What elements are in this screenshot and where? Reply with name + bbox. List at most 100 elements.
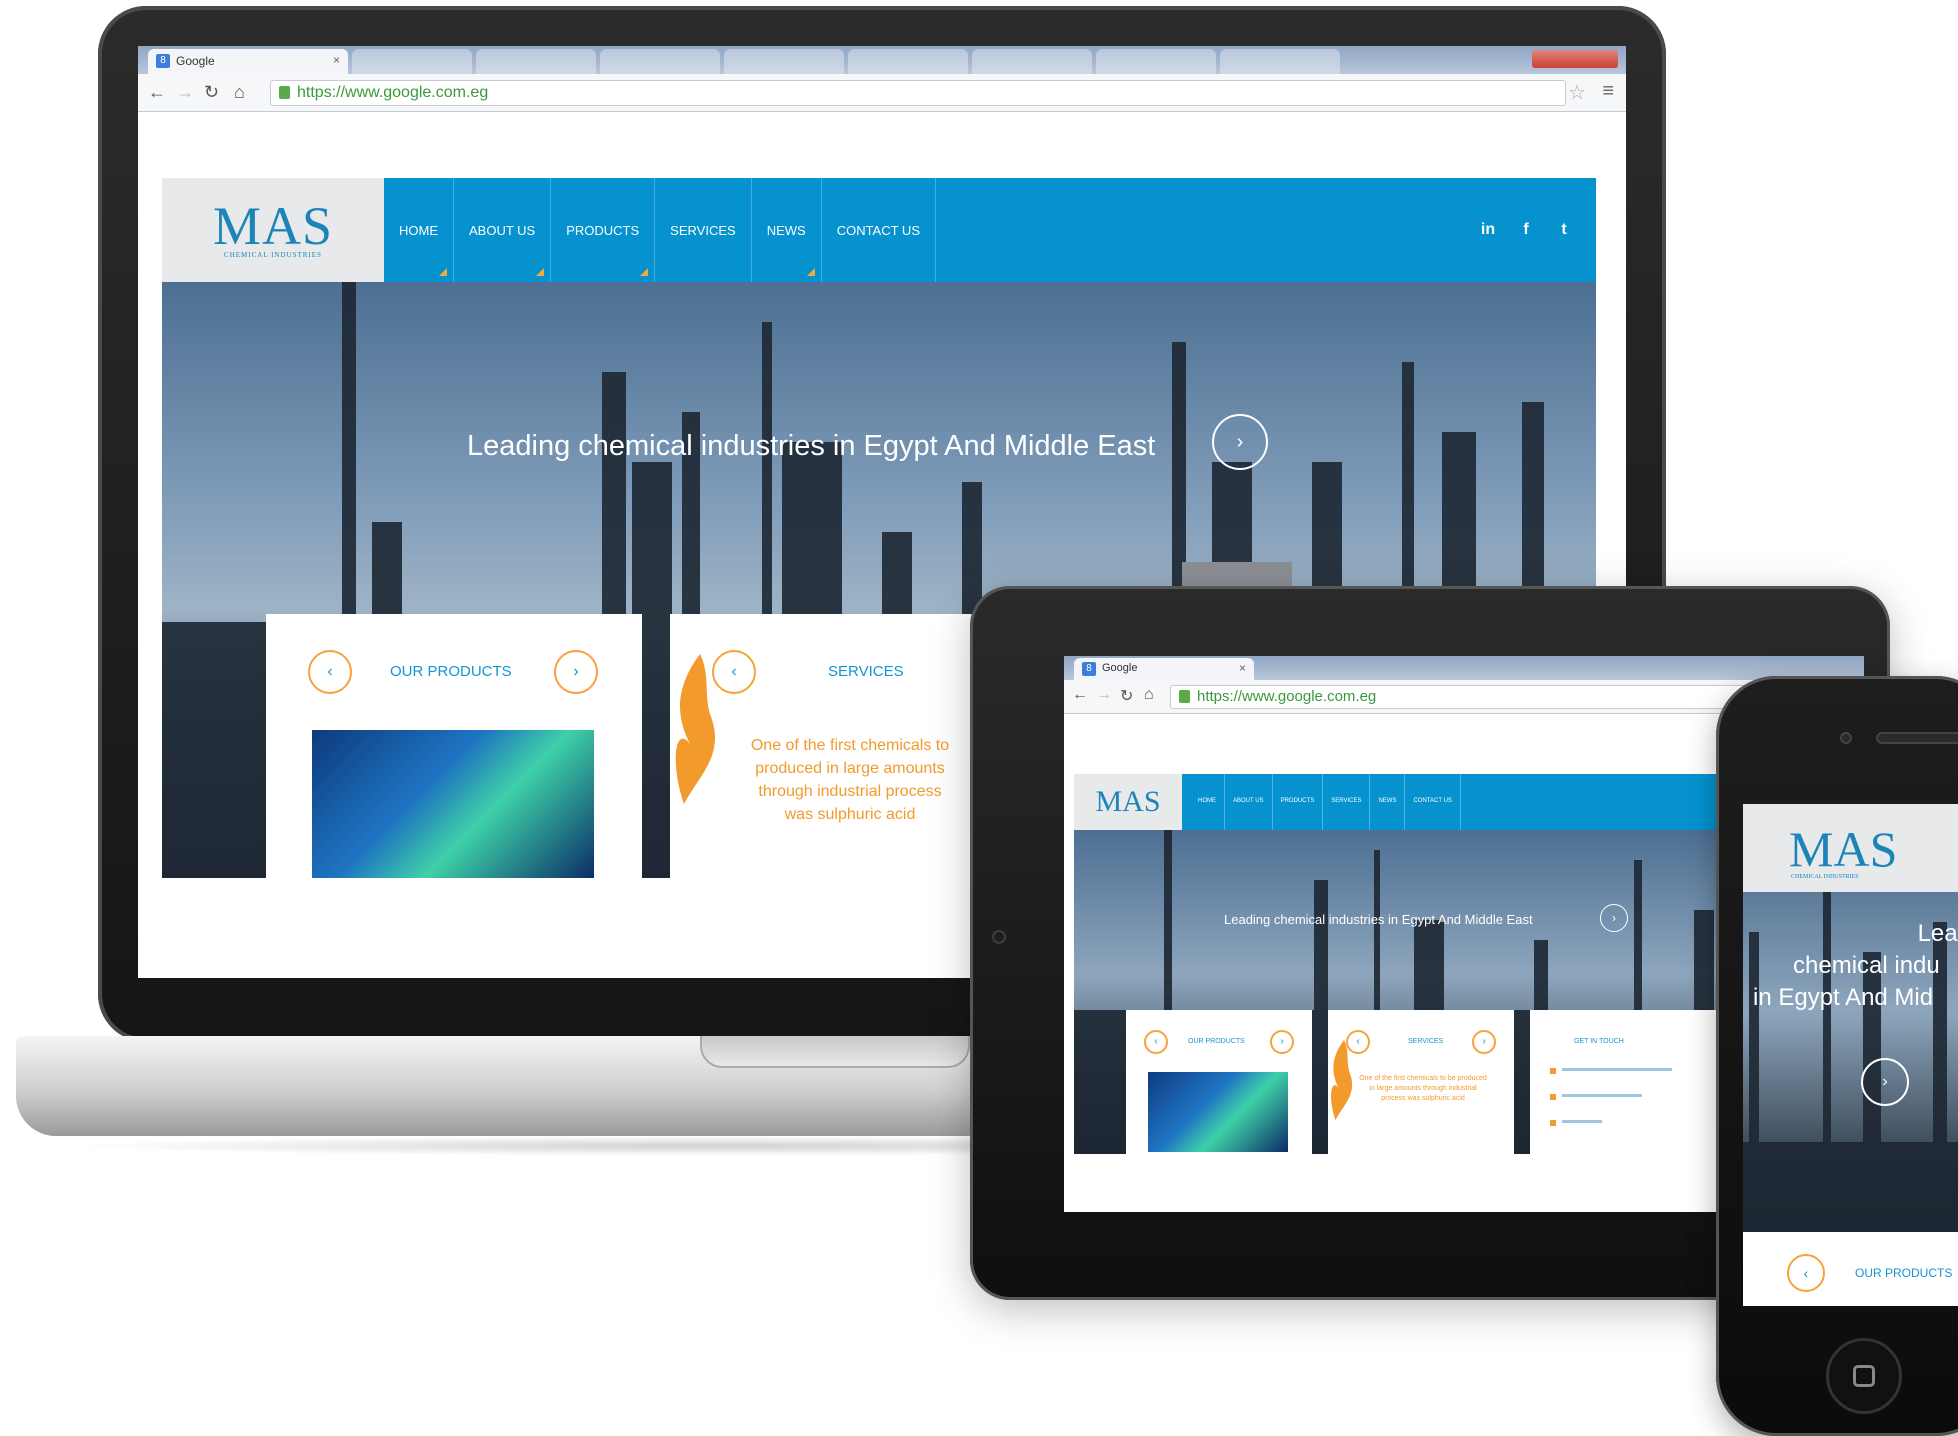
home-icon[interactable]: ⌂ — [1144, 686, 1154, 704]
products-next-button[interactable]: › — [554, 650, 598, 694]
browser-tab[interactable] — [724, 49, 844, 74]
tablet-tab-bar: 8 Google × — [1064, 656, 1864, 680]
menu-icon[interactable]: ≡ — [1602, 80, 1614, 103]
logo-text: MAS — [1095, 785, 1161, 818]
browser-tab[interactable] — [476, 49, 596, 74]
browser-tab-title: Google — [1102, 662, 1138, 674]
hero-title: Leading chemical industries in Egypt And… — [1224, 912, 1533, 927]
back-icon[interactable]: ← — [1072, 686, 1088, 704]
nav-products[interactable]: PRODUCTS — [551, 178, 656, 282]
hero-next-button[interactable]: › — [1600, 904, 1628, 932]
tablet-camera — [992, 930, 1006, 944]
dropdown-marker-icon — [806, 268, 815, 276]
tab-close-icon[interactable]: × — [333, 53, 340, 67]
logo-text: MAS — [1789, 821, 1898, 877]
main-nav: HOME ABOUT US PRODUCTS SERVICES NEWS CON… — [384, 178, 936, 282]
services-title: SERVICES — [1408, 1038, 1444, 1045]
hero-line: chemical indu — [1793, 952, 1940, 979]
address-bar[interactable]: https://www.google.com.eg — [270, 80, 1566, 106]
address-row: ← → ↻ ⌂ https://www.google.com.eg ☆ ≡ — [138, 74, 1626, 112]
services-line: through industrial process — [758, 783, 942, 800]
nav-label: ABOUT US — [469, 222, 536, 238]
dropdown-marker-icon — [439, 268, 447, 276]
google-favicon-icon: 8 — [156, 54, 170, 68]
logo-text: MAS — [212, 196, 334, 256]
tablet-browser-tab[interactable]: 8 Google × — [1074, 658, 1254, 680]
nav-home[interactable]: HOME — [1190, 774, 1225, 830]
site-logo[interactable]: MAS — [1074, 774, 1182, 830]
forward-icon[interactable]: → — [176, 82, 194, 103]
contact-title: GET IN TOUCH — [1574, 1038, 1624, 1045]
services-prev-button[interactable]: ‹ — [1346, 1030, 1370, 1054]
services-title: SERVICES — [828, 663, 904, 680]
products-prev-button[interactable]: ‹ — [308, 650, 352, 694]
phone-speaker — [1876, 732, 1958, 744]
services-prev-button[interactable]: ‹ — [712, 650, 756, 694]
tab-close-icon[interactable]: × — [1239, 661, 1246, 675]
browser-tab[interactable] — [848, 49, 968, 74]
linkedin-icon[interactable]: in — [1476, 218, 1500, 242]
hero-line: in Egypt And Mid — [1753, 984, 1934, 1011]
email-icon — [1550, 1094, 1556, 1100]
facebook-icon[interactable]: f — [1514, 218, 1538, 242]
services-line: One of the first chemicals to — [750, 737, 950, 754]
back-icon[interactable]: ← — [148, 82, 166, 103]
site-logo[interactable]: MAS CHEMICAL INDUSTRIES — [162, 178, 384, 282]
home-square-icon — [1853, 1365, 1875, 1387]
logo-subtitle: CHEMICAL INDUSTRIES — [1791, 874, 1859, 880]
hero-next-button[interactable]: › — [1861, 1058, 1909, 1106]
bookmark-star-icon[interactable]: ☆ — [1568, 80, 1586, 105]
dropdown-marker-icon — [536, 268, 545, 276]
hero-next-button[interactable]: › — [1212, 414, 1268, 470]
nav-label: NEWS — [766, 222, 806, 238]
nav-about-us[interactable]: ABOUT US — [1225, 774, 1273, 830]
nav-services[interactable]: SERVICES — [655, 178, 752, 282]
lock-icon — [1179, 690, 1190, 703]
lock-icon — [279, 86, 290, 99]
services-line: produced in large amounts — [755, 760, 945, 777]
products-prev-button[interactable]: ‹ — [1144, 1030, 1168, 1054]
browser-tab[interactable] — [1220, 49, 1340, 74]
main-nav: HOME ABOUT US PRODUCTS SERVICES NEWS CON… — [1190, 774, 1461, 830]
site-logo[interactable]: MAS CHEMICAL INDUSTRIES — [1743, 804, 1958, 892]
device-mockup: 8 Google × ← → ↻ ⌂ https://www.google.co… — [0, 0, 1958, 1436]
nav-contact-us[interactable]: CONTACT US — [822, 178, 936, 282]
browser-tab-title: Google — [176, 54, 215, 68]
products-next-button[interactable]: › — [1270, 1030, 1294, 1054]
home-icon[interactable]: ⌂ — [234, 82, 245, 103]
phone-home-button[interactable] — [1826, 1338, 1902, 1414]
browser-tab[interactable] — [600, 49, 720, 74]
products-photo[interactable] — [312, 730, 594, 878]
twitter-icon[interactable]: t — [1552, 218, 1576, 242]
browser-tab[interactable] — [972, 49, 1092, 74]
products-panel: ‹ OUR PRODUCTS — [1743, 1242, 1958, 1306]
logo-subtitle: CHEMICAL INDUSTRIES — [224, 251, 322, 259]
nav-label: CONTACT US — [836, 222, 920, 238]
reload-icon[interactable]: ↻ — [1120, 686, 1133, 706]
products-photo[interactable] — [1148, 1072, 1288, 1152]
phone-camera — [1840, 732, 1852, 744]
browser-tab-active[interactable]: 8 Google × — [148, 49, 348, 74]
nav-services[interactable]: SERVICES — [1323, 774, 1371, 830]
browser-tab[interactable] — [352, 49, 472, 74]
site-header: MAS CHEMICAL INDUSTRIES HOME ABOUT US PR… — [162, 178, 1596, 282]
email-line — [1562, 1094, 1642, 1097]
nav-about-us[interactable]: ABOUT US — [454, 178, 552, 282]
phone-icon — [1550, 1120, 1556, 1126]
browser-chrome: 8 Google × ← → ↻ ⌂ https://www.google.co… — [138, 46, 1626, 112]
nav-home[interactable]: HOME — [384, 178, 454, 282]
products-title: OUR PRODUCTS — [1188, 1038, 1245, 1045]
forward-icon[interactable]: → — [1096, 686, 1112, 704]
hero-banner: Leading chemical indu in Egypt And Mid › — [1743, 892, 1958, 1232]
nav-products[interactable]: PRODUCTS — [1273, 774, 1324, 830]
window-controls[interactable] — [1532, 50, 1618, 68]
nav-news[interactable]: NEWS — [752, 178, 822, 282]
url-text: https://www.google.com.eg — [297, 84, 489, 101]
browser-tab[interactable] — [1096, 49, 1216, 74]
reload-icon[interactable]: ↻ — [204, 82, 219, 103]
nav-news[interactable]: NEWS — [1370, 774, 1406, 830]
products-prev-button[interactable]: ‹ — [1787, 1254, 1825, 1292]
hero-line: Leading — [1917, 920, 1958, 947]
nav-contact-us[interactable]: CONTACT US — [1405, 774, 1461, 830]
services-next-button[interactable]: › — [1472, 1030, 1496, 1054]
